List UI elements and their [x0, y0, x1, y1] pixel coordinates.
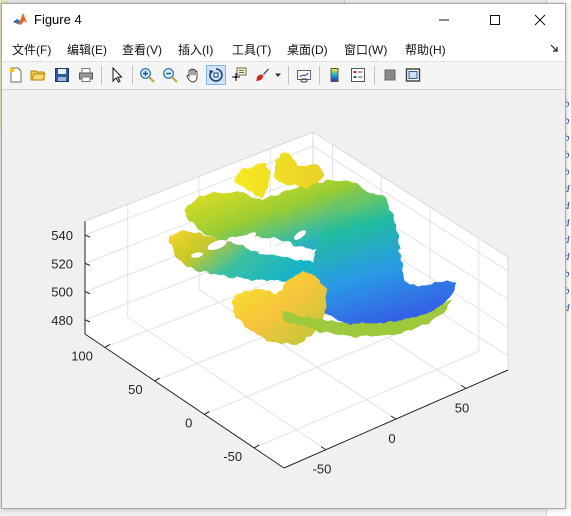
- menu-edit[interactable]: 编辑(E): [67, 41, 107, 58]
- show-plot-tools-icon: [405, 68, 421, 82]
- brush-button[interactable]: [252, 65, 272, 85]
- zoom-out-button[interactable]: [160, 65, 180, 85]
- x-tick-label: -50: [313, 462, 332, 477]
- open-file-button[interactable]: [28, 65, 48, 85]
- edit-plot-arrow-icon: [112, 67, 123, 83]
- rotate-3d-button[interactable]: [206, 65, 226, 85]
- maximize-button[interactable]: [472, 4, 518, 35]
- open-file-icon: [30, 70, 46, 81]
- menu-view[interactable]: 查看(V): [122, 41, 162, 58]
- y-tick-label: -50: [223, 449, 242, 464]
- link-plot-button[interactable]: [294, 65, 314, 85]
- z-tick-label: 480: [51, 313, 73, 328]
- x-tick-label: 0: [388, 431, 395, 446]
- menu-file[interactable]: 文件(F): [12, 41, 51, 58]
- rotate-3d-icon: [209, 68, 223, 82]
- brush-icon: [256, 68, 269, 81]
- z-tick-label: 540: [51, 228, 73, 243]
- pan-hand-icon: [186, 68, 198, 83]
- legend-button[interactable]: [348, 65, 368, 85]
- z-tick-label: 520: [51, 256, 73, 271]
- y-tick-label: 0: [185, 415, 192, 430]
- save-icon: [55, 68, 69, 82]
- toolbar-separator: [288, 66, 289, 85]
- hide-plot-tools-icon: [384, 69, 396, 81]
- menu-desktop[interactable]: 桌面(D): [287, 41, 328, 58]
- hide-plot-tools-button[interactable]: [380, 65, 400, 85]
- dock-arrow-icon[interactable]: [550, 44, 559, 53]
- title-bar[interactable]: Figure 4: [2, 4, 565, 35]
- chevron-down-icon: [275, 73, 281, 77]
- x-tick-label: 50: [455, 400, 469, 415]
- window-title: Figure 4: [34, 12, 82, 27]
- 3d-scatter-axes[interactable]: 480500520540100500-50-50050: [2, 90, 565, 508]
- colorbar-button[interactable]: [325, 65, 345, 85]
- colorbar-icon: [330, 68, 339, 82]
- new-figure-button[interactable]: [6, 65, 26, 85]
- edit-plot-button[interactable]: [107, 65, 127, 85]
- menu-insert[interactable]: 插入(I): [178, 41, 213, 58]
- figure-window: Figure 4 文件(F) 编辑(E) 查看(V) 插入(I) 工具(T) 桌…: [1, 3, 566, 509]
- menu-help[interactable]: 帮助(H): [405, 41, 446, 58]
- toolbar-separator: [319, 66, 320, 85]
- figure-canvas[interactable]: 480 500 520 540 100 50 0 -50 -50 0 50: [2, 90, 565, 508]
- show-plot-tools-button[interactable]: [403, 65, 423, 85]
- zoom-in-icon: [139, 67, 155, 83]
- z-tick-label: 500: [51, 285, 73, 300]
- menu-tools[interactable]: 工具(T): [232, 41, 271, 58]
- maximize-icon: [490, 14, 500, 25]
- menu-bar: 文件(F) 编辑(E) 查看(V) 插入(I) 工具(T) 桌面(D) 窗口(W…: [2, 35, 565, 62]
- matlab-logo-icon: [12, 11, 28, 27]
- minimize-icon: [439, 19, 449, 20]
- y-tick-label: 50: [128, 382, 142, 397]
- pan-button[interactable]: [183, 65, 203, 85]
- minimize-button[interactable]: [421, 4, 467, 35]
- figure-toolbar: [2, 62, 565, 90]
- close-button[interactable]: [517, 4, 563, 35]
- zoom-in-button[interactable]: [137, 65, 157, 85]
- y-tick-label: 100: [71, 348, 93, 363]
- close-icon: [534, 14, 546, 25]
- toolbar-separator: [132, 66, 133, 85]
- legend-icon: [351, 68, 365, 82]
- toolbar-separator: [101, 66, 102, 85]
- data-cursor-button[interactable]: [229, 65, 249, 85]
- save-button[interactable]: [52, 65, 72, 85]
- zoom-out-icon: [162, 67, 178, 83]
- brush-dropdown-button[interactable]: [273, 65, 283, 85]
- menu-window[interactable]: 窗口(W): [344, 41, 387, 58]
- new-figure-icon: [9, 67, 22, 83]
- print-button[interactable]: [76, 65, 96, 85]
- link-plot-icon: [297, 70, 311, 83]
- data-cursor-icon: [232, 67, 247, 81]
- print-icon: [79, 68, 93, 82]
- toolbar-separator: [374, 66, 375, 85]
